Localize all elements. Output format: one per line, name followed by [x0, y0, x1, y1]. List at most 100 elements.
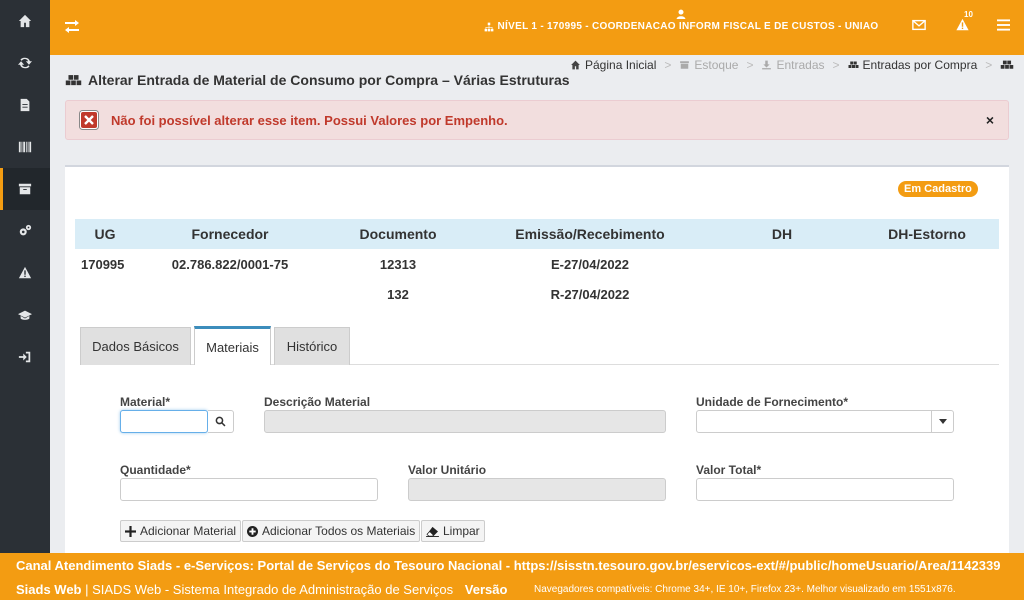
chevron-down-icon: [931, 411, 953, 432]
graduation-cap-icon: [18, 310, 32, 320]
summary-table: UG Fornecedor Documento Emissão/Recebime…: [75, 219, 999, 309]
user-icon: [676, 9, 686, 19]
cubes-icon: [848, 61, 859, 68]
description-input: [264, 410, 666, 433]
total-value-label: Valor Total*: [696, 463, 762, 477]
cell-documento: 132: [387, 286, 409, 302]
home-icon: [571, 60, 580, 70]
unit-label: Unidade de Fornecimento*: [696, 395, 849, 409]
footer-browsers: Navegadores compatíveis: Chrome 34+, IE …: [534, 584, 956, 595]
cubes-icon: [1001, 60, 1014, 69]
unit-select[interactable]: [696, 410, 954, 433]
clear-button[interactable]: Limpar: [421, 520, 485, 542]
archive-icon: [18, 183, 32, 195]
col-ug: UG: [75, 219, 135, 249]
archive-icon: [680, 61, 690, 69]
cell-fornecedor: 02.786.822/0001-75: [171, 256, 289, 272]
alert-count-badge: 10: [964, 10, 973, 19]
col-dh: DH: [709, 219, 855, 249]
sitemap-icon: [484, 22, 493, 31]
cell-documento: 12313: [379, 256, 417, 272]
search-icon: [215, 416, 226, 427]
alert-close-button[interactable]: ×: [986, 113, 994, 127]
user-level-text: NÍVEL 1 - 170995 - COORDENACAO INFORM FI…: [497, 21, 879, 32]
status-badge: Em Cadastro: [898, 181, 978, 197]
plus-icon: [125, 525, 136, 537]
col-documento: Documento: [325, 219, 471, 249]
user-level[interactable]: NÍVEL 1 - 170995 - COORDENACAO INFORM FI…: [466, 9, 896, 32]
mail-icon[interactable]: [912, 19, 926, 31]
col-dh-estorno: DH-Estorno: [855, 219, 999, 249]
cell-dh-estorno: [855, 249, 999, 279]
main-panel: Em Cadastro UG Fornecedor Documento Emis…: [65, 165, 1009, 562]
quantity-label: Quantidade*: [120, 463, 191, 477]
material-search-button[interactable]: [208, 410, 234, 433]
breadcrumb-home[interactable]: Página Inicial: [570, 58, 656, 72]
cell-emissao: R-27/04/2022: [550, 286, 630, 302]
footer-system-info: Siads Web | SIADS Web - Sistema Integrad…: [16, 582, 507, 597]
tab-dados-basicos[interactable]: Dados Básicos: [80, 327, 191, 365]
sidebar-item-archive[interactable]: [0, 168, 50, 210]
topbar: NÍVEL 1 - 170995 - COORDENACAO INFORM FI…: [50, 0, 1024, 55]
breadcrumb-purchase-entries[interactable]: Entradas por Compra: [848, 58, 977, 72]
cell-dh: [709, 279, 855, 309]
cell-ug: [75, 279, 135, 309]
footer: Canal Atendimento Siads - e-Serviços: Po…: [0, 553, 1024, 600]
sidebar: [0, 0, 50, 600]
cell-dh: [709, 249, 855, 279]
refresh-icon: [18, 57, 32, 69]
col-fornecedor: Fornecedor: [135, 219, 325, 249]
error-alert: Não foi possível alterar esse item. Poss…: [65, 100, 1009, 140]
sidebar-item-refresh[interactable]: [0, 42, 50, 84]
unit-value-input: [408, 478, 666, 501]
tab-historico[interactable]: Histórico: [274, 327, 350, 365]
description-label: Descrição Material: [264, 395, 371, 409]
hamburger-menu-icon[interactable]: [997, 19, 1010, 31]
alert-message: Não foi possível alterar esse item. Poss…: [111, 112, 508, 128]
sidebar-item-graduation[interactable]: [0, 294, 50, 336]
alerts-warning-icon[interactable]: [955, 18, 970, 32]
footer-version-label: Versão: [464, 582, 508, 597]
page-title: Alterar Entrada de Material de Consumo p…: [65, 72, 570, 88]
swap-icon[interactable]: [64, 18, 80, 34]
plus-circle-icon: [247, 525, 258, 537]
cell-fornecedor: [135, 279, 325, 309]
material-label: Material*: [120, 395, 171, 409]
add-all-materials-button[interactable]: Adicionar Todos os Materiais: [242, 520, 421, 542]
document-icon: [20, 98, 30, 112]
breadcrumb-entries[interactable]: Entradas: [761, 58, 825, 72]
col-emissao: Emissão/Recebimento: [471, 219, 709, 249]
footer-brand: Siads Web: [16, 582, 82, 597]
footer-support-link[interactable]: Canal Atendimento Siads - e-Serviços: Po…: [16, 558, 1000, 573]
tab-materiais[interactable]: Materiais: [194, 326, 271, 365]
cell-ug: 170995: [81, 256, 125, 272]
sidebar-item-barcode[interactable]: [0, 126, 50, 168]
sidebar-item-warning[interactable]: [0, 252, 50, 294]
error-x-icon: [79, 110, 99, 130]
footer-brand-desc: | SIADS Web - Sistema Integrado de Admin…: [81, 582, 454, 597]
barcode-icon: [18, 141, 32, 153]
sidebar-item-document[interactable]: [0, 84, 50, 126]
sign-in-icon: [18, 351, 31, 363]
material-input[interactable]: [120, 410, 208, 433]
total-value-input[interactable]: [696, 478, 954, 501]
summary-header-row: UG Fornecedor Documento Emissão/Recebime…: [75, 219, 999, 249]
add-material-button[interactable]: Adicionar Material: [120, 520, 242, 542]
breadcrumb-stock[interactable]: Estoque: [679, 58, 738, 72]
breadcrumb: Página Inicial > Estoque > Entradas > En…: [570, 58, 1014, 72]
quantity-input[interactable]: [120, 478, 378, 501]
sidebar-item-gears[interactable]: [0, 210, 50, 252]
home-icon: [18, 14, 32, 28]
cell-dh-estorno: [855, 279, 999, 309]
cell-emissao: E-27/04/2022: [550, 256, 630, 272]
sidebar-item-home[interactable]: [0, 0, 50, 42]
eraser-icon: [426, 526, 439, 537]
table-row: 132 R-27/04/2022: [75, 279, 999, 309]
sidebar-item-sign-in[interactable]: [0, 336, 50, 378]
tab-bar: Dados Básicos Materiais Histórico: [80, 326, 999, 365]
table-row: 170995 02.786.822/0001-75 12313 E-27/04/…: [75, 249, 999, 279]
download-icon: [762, 60, 772, 70]
warning-icon: [18, 266, 32, 279]
unit-value-label: Valor Unitário: [408, 463, 487, 477]
cubes-icon: [65, 74, 82, 85]
